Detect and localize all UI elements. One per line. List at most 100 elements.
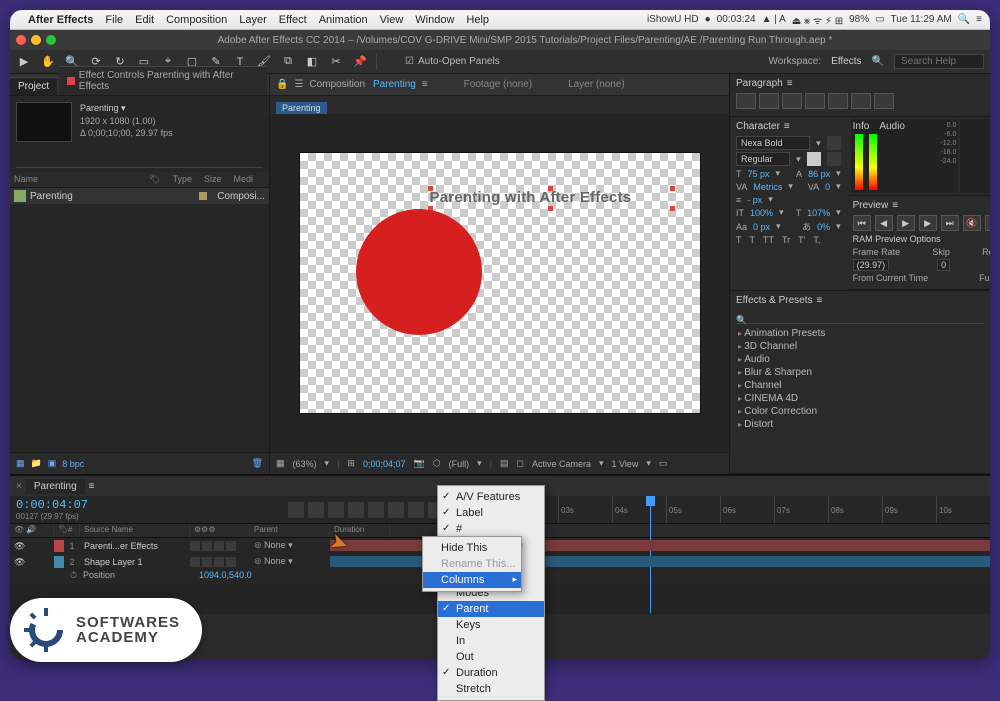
effects-category[interactable]: Channel [736,379,984,392]
channels-icon[interactable]: ⬡ [433,458,441,469]
new-comp-icon[interactable]: ▣ [48,458,57,469]
stopwatch-icon[interactable]: ⏱ [70,570,77,584]
from-current-checkbox[interactable]: From Current Time [853,273,929,283]
font-weight-dropdown[interactable]: Regular [736,152,790,166]
small-caps[interactable]: Tr [782,235,790,245]
eye-icon[interactable]: 👁 [14,541,24,551]
bpc-button[interactable]: 8 bpc [62,459,84,469]
justify-all-button[interactable] [874,93,894,109]
auto-open-panels[interactable]: ☑ Auto-Open Panels [405,56,500,67]
spotlight-icon[interactable]: 🔍 [958,14,970,25]
effects-category[interactable]: Color Correction [736,405,984,418]
superscript[interactable]: T' [798,235,805,245]
ctx-col--[interactable]: # [438,521,544,537]
panel-menu-icon[interactable]: ☰ [294,79,303,90]
fill-color-swatch[interactable] [807,152,821,166]
align-center-button[interactable] [759,93,779,109]
hand-tool-icon[interactable]: ✋ [40,54,56,70]
menu-file[interactable]: File [105,14,123,26]
search-help-input[interactable] [894,54,984,69]
menu-extra-icon[interactable]: ≡ [976,14,982,25]
justify-last-center-button[interactable] [828,93,848,109]
ctx-col-parent[interactable]: Parent [438,601,544,617]
selection-handle[interactable] [670,206,675,211]
selection-tool-icon[interactable]: ▶ [16,54,32,70]
ctx-col-keys[interactable]: Keys [438,617,544,633]
all-caps[interactable]: TT [763,235,774,245]
tab-footage[interactable]: Footage (none) [464,79,532,90]
faux-italic[interactable]: T [750,235,756,245]
kerning[interactable]: Metrics [753,182,782,192]
play-button[interactable]: ▶ [897,215,915,231]
tl-fx-button[interactable] [348,502,364,518]
effects-category[interactable]: Distort [736,418,984,431]
traffic-lights[interactable] [16,35,56,45]
tl-graph-button[interactable] [408,502,424,518]
project-search[interactable] [16,152,263,168]
ctx-col-in[interactable]: In [438,633,544,649]
stroke-width[interactable]: - px [747,195,762,205]
stroke-color-swatch[interactable] [827,152,841,166]
ctx-col-a-v-features[interactable]: A/V Features [438,489,544,505]
eyedropper-icon[interactable] [827,136,841,150]
grid-icon[interactable]: ▦ [276,458,285,469]
tl-frame-blend-button[interactable] [368,502,384,518]
effects-category[interactable]: CINEMA 4D [736,392,984,405]
tab-composition[interactable]: Parenting [373,79,416,90]
tsume[interactable]: 0% [817,222,830,232]
menu-edit[interactable]: Edit [135,14,154,26]
layer-label-color[interactable] [54,540,64,552]
canvas-text-layer[interactable]: Parenting with After Effects [430,189,632,206]
close-icon[interactable] [16,35,26,45]
lock-icon[interactable]: 🔒 [276,79,288,90]
loop-button[interactable]: ↻ [985,215,990,231]
selection-handle[interactable] [548,206,553,211]
fullscreen-checkbox[interactable]: Full Screen [979,273,990,283]
res-icon[interactable]: ⊞ [347,458,355,469]
effects-category[interactable]: Blur & Sharpen [736,366,984,379]
zoom-icon[interactable] [46,35,56,45]
layer-name[interactable]: Parenti...er Effects [80,541,190,551]
selection-handle[interactable] [548,186,553,191]
puppet-tool-icon[interactable]: 📌 [352,54,368,70]
effects-search[interactable]: 🔍 [736,310,984,324]
comp-viewport[interactable]: Parenting with After Effects [300,153,700,413]
col-number[interactable]: # [64,524,80,537]
selection-handle[interactable] [670,186,675,191]
tab-project[interactable]: Project [10,77,57,95]
menu-layer[interactable]: Layer [239,14,267,26]
comp-name[interactable]: Parenting ▾ [80,102,173,115]
view-dropdown[interactable]: 1 View [612,459,639,469]
interpret-icon[interactable]: ▦ [16,458,25,469]
mute-button[interactable]: 🔇 [963,215,981,231]
effects-category[interactable]: Animation Presets [736,327,984,340]
font-size[interactable]: 75 px [748,169,770,179]
col-parent[interactable]: Parent [250,524,330,537]
tl-comp-button[interactable] [308,502,324,518]
baseline[interactable]: 0 px [753,222,770,232]
skip-dropdown[interactable]: 0 [937,259,950,271]
last-frame-button[interactable]: ⏭ [941,215,959,231]
timecode[interactable]: 0;00;04;07 [363,459,406,469]
parent-dropdown[interactable]: None [264,556,286,566]
align-left-button[interactable] [736,93,756,109]
tab-effect-controls[interactable]: Effect Controls Parenting with After Eff… [59,66,267,95]
zoom-dropdown[interactable]: (63%) [293,459,317,469]
tl-shy-button[interactable] [328,502,344,518]
effects-category[interactable]: Audio [736,353,984,366]
align-right-button[interactable] [782,93,802,109]
first-frame-button[interactable]: ⏮ [853,215,871,231]
app-name[interactable]: After Effects [28,14,93,26]
eye-icon[interactable]: 👁 [14,557,24,567]
menu-composition[interactable]: Composition [166,14,227,26]
tab-layer[interactable]: Layer (none) [568,79,625,90]
menu-effect[interactable]: Effect [279,14,307,26]
ctx-col-duration[interactable]: Duration [438,665,544,681]
col-label[interactable]: 🏷 [54,524,64,537]
roto-tool-icon[interactable]: ✂ [328,54,344,70]
ctx-columns[interactable]: Columns [423,572,521,588]
ctx-hide-this[interactable]: Hide This [423,540,521,556]
stamp-tool-icon[interactable]: ⧉ [280,54,296,70]
trash-icon[interactable]: 🗑 [252,458,263,469]
subscript[interactable]: T, [813,235,820,245]
